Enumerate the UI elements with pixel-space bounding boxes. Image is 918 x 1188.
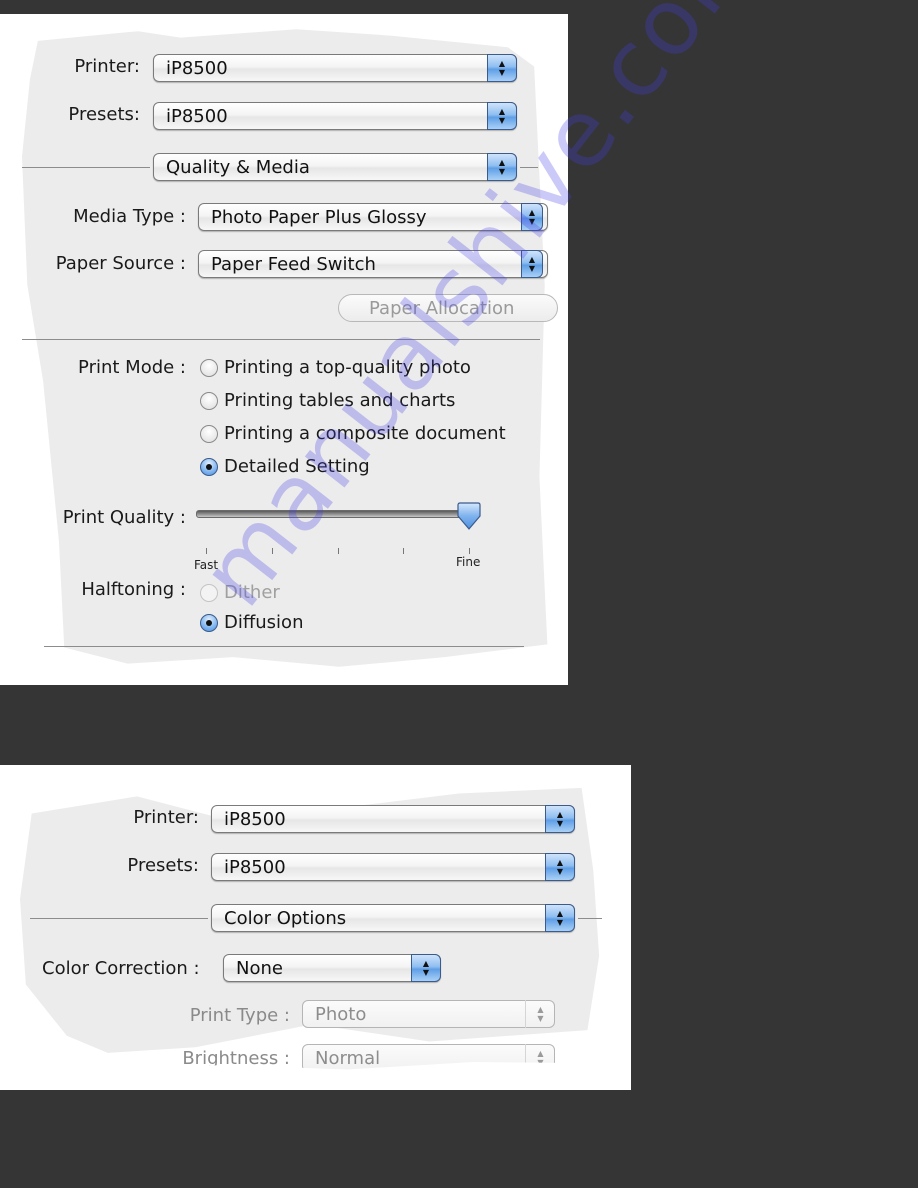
section-popup-value: Color Options [224, 908, 347, 929]
print-type-value: Photo [315, 1004, 367, 1025]
quality-media-panel: Printer: iP8500 ▲ ▼ Presets: iP8500 ▲ ▼ Qu… [0, 14, 568, 685]
section-divider-left [30, 918, 208, 919]
media-type-popup[interactable]: Photo Paper Plus Glossy ▲ ▼ [198, 203, 548, 231]
radio-button-selected[interactable] [200, 613, 218, 632]
media-type-label: Media Type : [73, 206, 186, 227]
color-correction-label: Color Correction : [42, 958, 200, 979]
media-type-value: Photo Paper Plus Glossy [211, 207, 427, 228]
print-mode-option-photo[interactable]: Printing a top-quality photo [200, 357, 471, 378]
up-down-arrows-icon: ▲ ▼ [411, 954, 441, 982]
print-mode-option-tables[interactable]: Printing tables and charts [200, 390, 455, 411]
printer-label: Printer: [133, 807, 199, 828]
section-popup[interactable]: Color Options ▲ ▼ [211, 904, 575, 932]
print-quality-slider[interactable]: Fast Fine [194, 502, 486, 572]
up-down-arrows-icon: ▲ ▼ [521, 250, 543, 278]
paper-source-label: Paper Source : [55, 253, 186, 274]
color-correction-value: None [236, 958, 283, 979]
section-divider [22, 339, 540, 340]
printer-value: iP8500 [166, 58, 228, 79]
paper-source-value: Paper Feed Switch [211, 254, 376, 275]
brightness-value: Normal [315, 1048, 381, 1069]
radio-button-disabled [200, 583, 218, 602]
printer-value: iP8500 [224, 809, 286, 830]
presets-popup[interactable]: iP8500 ▲ ▼ [211, 853, 575, 881]
presets-value: iP8500 [166, 106, 228, 127]
print-type-label: Print Type : [189, 1005, 290, 1026]
printer-popup[interactable]: iP8500 ▲ ▼ [153, 54, 517, 82]
section-divider-left [22, 167, 150, 168]
color-correction-popup[interactable]: None ▲ ▼ [223, 954, 441, 982]
section-popup[interactable]: Quality & Media ▲ ▼ [153, 153, 517, 181]
slider-max-label: Fine [456, 555, 481, 569]
presets-value: iP8500 [224, 857, 286, 878]
print-mode-option-detailed[interactable]: Detailed Setting [200, 456, 370, 477]
slider-tick [469, 548, 470, 554]
print-quality-label: Print Quality : [62, 507, 186, 528]
halftoning-label: Halftoning : [81, 579, 186, 600]
up-down-arrows-icon: ▲ ▼ [525, 1000, 555, 1028]
slider-thumb[interactable] [457, 502, 481, 532]
presets-popup[interactable]: iP8500 ▲ ▼ [153, 102, 517, 130]
up-down-arrows-icon: ▲ ▼ [487, 54, 517, 82]
up-down-arrows-icon: ▲ ▼ [545, 904, 575, 932]
presets-label: Presets: [68, 104, 140, 125]
slider-track[interactable] [196, 510, 474, 518]
slider-tick [271, 548, 273, 554]
presets-label: Presets: [127, 855, 199, 876]
print-type-popup: Photo ▲ ▼ [302, 1000, 555, 1028]
print-mode-label: Print Mode : [78, 357, 186, 378]
slider-min-label: Fast [194, 558, 219, 572]
up-down-arrows-icon: ▲ ▼ [487, 153, 517, 181]
bottom-divider [44, 646, 524, 647]
halftoning-option-dither: Dither [200, 582, 280, 603]
radio-button-selected[interactable] [200, 457, 218, 476]
up-down-arrows-icon: ▲ ▼ [521, 203, 543, 231]
up-down-arrows-icon: ▲ ▼ [545, 805, 575, 833]
up-down-arrows-icon: ▲ ▼ [487, 102, 517, 130]
print-mode-option-composite[interactable]: Printing a composite document [200, 423, 506, 444]
slider-tick [206, 548, 207, 554]
section-popup-value: Quality & Media [166, 157, 310, 178]
halftoning-option-diffusion[interactable]: Diffusion [200, 612, 303, 633]
paper-allocation-label: Paper Allocation [369, 297, 515, 319]
paper-allocation-button[interactable]: Paper Allocation [338, 294, 558, 322]
printer-popup[interactable]: iP8500 ▲ ▼ [211, 805, 575, 833]
section-divider-right [578, 918, 602, 919]
up-down-arrows-icon: ▲ ▼ [545, 853, 575, 881]
radio-button[interactable] [200, 358, 218, 377]
color-options-panel: Printer: iP8500 ▲ ▼ Presets: iP8500 ▲ ▼ Co… [0, 765, 631, 1090]
radio-button[interactable] [200, 391, 218, 410]
section-divider-right [520, 167, 538, 168]
radio-button[interactable] [200, 424, 218, 443]
slider-tick [403, 548, 405, 554]
slider-tick [337, 548, 339, 554]
printer-label: Printer: [74, 56, 140, 77]
paper-source-popup[interactable]: Paper Feed Switch ▲ ▼ [198, 250, 548, 278]
